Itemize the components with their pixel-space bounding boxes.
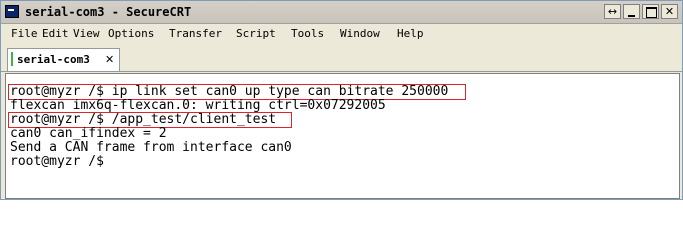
menu-edit[interactable]: Edit	[42, 27, 69, 40]
tab-label: serial-com3	[17, 53, 90, 66]
maximize-button[interactable]	[642, 4, 659, 19]
securecrt-window: serial-com3 - SecureCRT File Edit View O…	[0, 0, 683, 200]
menu-options[interactable]: Options	[108, 27, 154, 40]
terminal-line: can0 can_ifindex = 2	[10, 126, 167, 141]
menu-script[interactable]: Script	[236, 27, 276, 40]
terminal-line: root@myzr /$	[10, 154, 104, 169]
terminal-output[interactable]: root@myzr /$ ip link set can0 up type ca…	[5, 73, 680, 199]
window-title: serial-com3 - SecureCRT	[25, 5, 192, 19]
terminal-line: flexcan imx6q-flexcan.0: writing ctrl=0x…	[10, 98, 386, 113]
terminal-line: root@myzr /$ ip link set can0 up type ca…	[10, 84, 449, 99]
menu-transfer[interactable]: Transfer	[169, 27, 222, 40]
close-window-button[interactable]	[661, 4, 678, 19]
menu-help[interactable]: Help	[397, 27, 424, 40]
menu-window[interactable]: Window	[340, 27, 380, 40]
menu-file[interactable]: File	[11, 27, 38, 40]
menu-view[interactable]: View	[73, 27, 100, 40]
menu-tools[interactable]: Tools	[291, 27, 324, 40]
title-bar[interactable]: serial-com3 - SecureCRT	[1, 1, 682, 24]
minimize-button[interactable]	[623, 4, 640, 19]
session-tab-strip: serial-com3	[1, 44, 682, 72]
terminal-line: Send a CAN frame from interface can0	[10, 140, 292, 155]
restore-size-button[interactable]	[604, 4, 621, 19]
securecrt-app-icon[interactable]	[5, 5, 19, 18]
tab-serial-com3[interactable]: serial-com3	[7, 48, 120, 71]
terminal-line: root@myzr /$ /app_test/client_test	[10, 112, 277, 127]
menu-bar: File Edit View Options Transfer Script T…	[1, 24, 682, 44]
close-tab-icon[interactable]	[105, 53, 114, 66]
